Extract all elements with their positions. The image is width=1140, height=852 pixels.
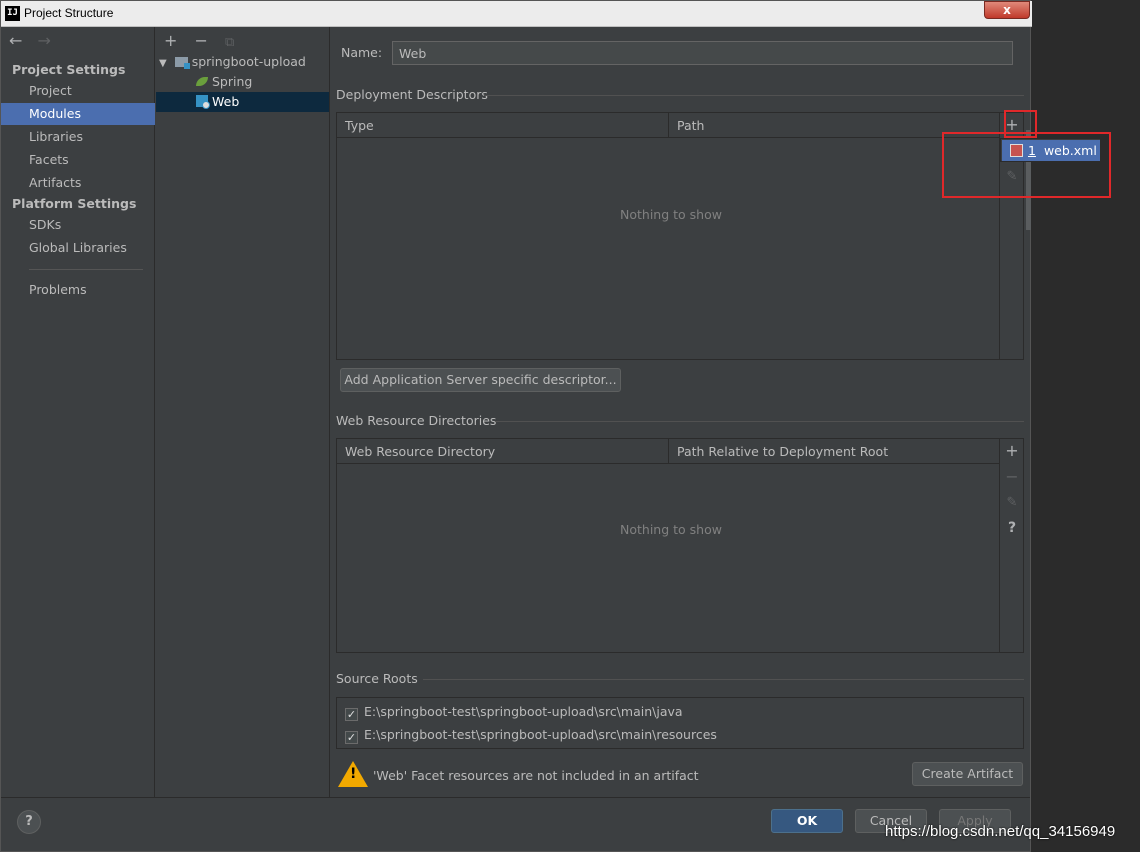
settings-sidebar: ← → Project Settings Project Modules Lib… [1,27,155,797]
sidebar-divider [29,269,143,270]
close-button[interactable]: x [984,1,1030,19]
name-input[interactable] [392,41,1013,65]
deployment-descriptors-heading: Deployment Descriptors [336,87,488,102]
tree-node-label: Web [212,94,240,109]
deployment-descriptors-table[interactable]: Type Path Nothing to show + ✎ [336,112,1024,360]
group-divider [423,679,1024,680]
sidebar-item-artifacts[interactable]: Artifacts [1,172,155,194]
window-title: Project Structure [24,6,114,20]
sidebar-item-facets[interactable]: Facets [1,149,155,171]
sidebar-item-libraries[interactable]: Libraries [1,126,155,148]
source-root-path: E:\springboot-test\springboot-upload\src… [364,727,717,742]
tree-node-spring[interactable]: Spring [196,72,252,92]
add-icon[interactable]: + [164,31,177,50]
help-button[interactable]: ? [17,810,41,834]
sidebar-item-sdks[interactable]: SDKs [1,214,155,236]
source-root-row[interactable]: ✓ E:\springboot-test\springboot-upload\sr… [345,704,683,722]
tree-node-web[interactable]: Web [156,92,329,112]
group-divider [495,421,1024,422]
source-root-path: E:\springboot-test\springboot-upload\src… [364,704,683,719]
platform-settings-heading: Platform Settings [12,196,137,211]
column-header-path-relative[interactable]: Path Relative to Deployment Root [669,439,1001,464]
warning-icon: ! [338,761,368,787]
spring-icon [196,77,208,86]
title-bar: IJ Project Structure x [1,1,1032,27]
sidebar-item-modules[interactable]: Modules [1,103,155,125]
add-server-descriptor-button[interactable]: Add Application Server specific descript… [340,368,621,392]
help-question-icon[interactable]: ? [1000,520,1024,536]
source-roots-heading: Source Roots [336,671,418,686]
desktop-background [1032,0,1140,852]
web-facet-icon [196,95,210,109]
edit-pencil-icon[interactable]: ✎ [1000,495,1024,510]
column-header-web-resource-directory[interactable]: Web Resource Directory [337,439,669,464]
source-roots-list: ✓ E:\springboot-test\springboot-upload\sr… [336,697,1024,749]
sidebar-item-global-libraries[interactable]: Global Libraries [1,237,155,259]
highlight-box-popup [942,132,1111,198]
watermark-text: https://blog.csdn.net/qq_34156949 [885,823,1116,840]
module-folder-icon [174,57,190,69]
intellij-app-icon: IJ [5,6,20,21]
web-resource-directories-table[interactable]: Web Resource Directory Path Relative to … [336,438,1024,653]
tree-toolbar: + − ⧉ [164,31,246,50]
source-root-row[interactable]: ✓ E:\springboot-test\springboot-upload\sr… [345,727,717,745]
checkbox[interactable]: ✓ [345,731,358,744]
back-arrow-icon[interactable]: ← [9,31,22,50]
dialog-button-bar: ? OK Cancel Apply [1,797,1030,851]
warning-text: 'Web' Facet resources are not included i… [373,768,699,783]
table-toolbar: + − ✎ ? [999,439,1023,652]
navigation-arrows: ← → [9,31,61,50]
expand-triangle-icon[interactable]: ▼ [159,58,167,69]
empty-table-text: Nothing to show [620,522,722,537]
column-header-type[interactable]: Type [337,113,669,138]
remove-icon[interactable]: − [1000,467,1024,486]
name-label: Name: [341,45,383,60]
empty-table-text: Nothing to show [620,207,722,222]
tree-node-label: springboot-upload [191,54,306,69]
table-header: Web Resource Directory Path Relative to … [337,439,999,464]
table-header: Type Path [337,113,999,138]
tree-node-springboot-upload[interactable]: ▼ springboot-upload [159,52,306,72]
ok-button[interactable]: OK [771,809,843,833]
create-artifact-button[interactable]: Create Artifact [912,762,1023,786]
checkbox[interactable]: ✓ [345,708,358,721]
remove-icon[interactable]: − [195,31,208,50]
tree-node-label: Spring [212,74,253,89]
web-resource-directories-heading: Web Resource Directories [336,413,497,428]
module-tree-panel: + − ⧉ ▼ springboot-upload Spring Web [156,27,330,797]
sidebar-item-project[interactable]: Project [1,80,155,102]
sidebar-item-problems[interactable]: Problems [1,279,155,301]
copy-icon[interactable]: ⧉ [225,35,234,50]
project-settings-heading: Project Settings [12,62,126,77]
forward-arrow-icon[interactable]: → [38,31,51,50]
facet-settings-panel: Name: Deployment Descriptors Type Path N… [331,27,1030,797]
group-divider [484,95,1024,96]
add-icon[interactable]: + [1000,441,1024,460]
